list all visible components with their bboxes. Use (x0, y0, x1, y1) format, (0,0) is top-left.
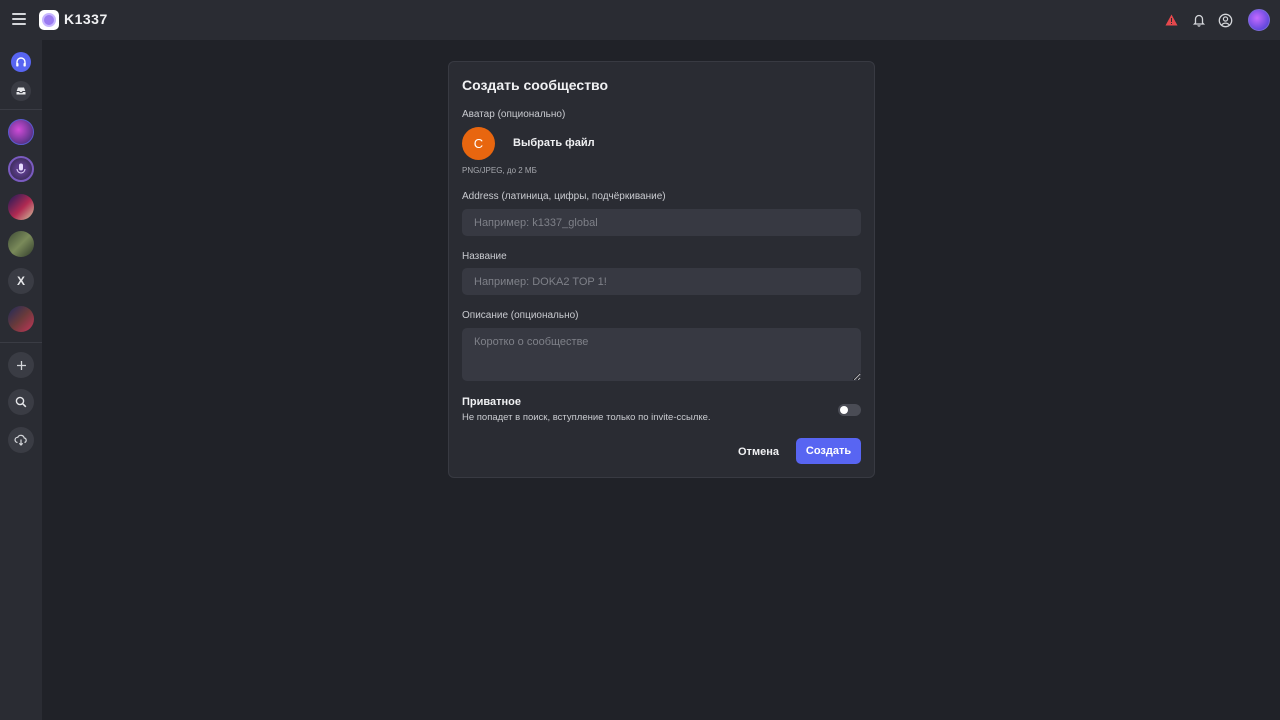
name-input[interactable] (462, 268, 861, 295)
top-icons (1163, 9, 1270, 31)
menu-icon[interactable] (12, 13, 26, 27)
create-button[interactable]: Создать (796, 438, 861, 464)
avatar-hint: PNG/JPEG, до 2 МБ (462, 166, 537, 175)
server-avatar-2[interactable] (8, 156, 34, 182)
headphones-icon[interactable] (11, 52, 31, 72)
server-item-x[interactable]: X (8, 268, 34, 294)
address-input[interactable] (462, 209, 861, 236)
cloud-download-icon[interactable] (8, 427, 34, 453)
search-icon[interactable] (8, 389, 34, 415)
inbox-icon[interactable] (11, 81, 31, 101)
dialog-title: Создать сообщество (462, 77, 609, 93)
user-avatar[interactable] (1248, 9, 1270, 31)
avatar-label: Аватар (опционально) (462, 109, 566, 120)
sidebar-separator (0, 109, 42, 110)
server-avatar-4[interactable] (8, 231, 34, 257)
private-title: Приватное (462, 396, 521, 408)
app-logo[interactable] (39, 10, 59, 30)
avatar-preview: С (462, 127, 495, 160)
top-bar: K1337 (0, 0, 1280, 40)
server-avatar-6[interactable] (8, 306, 34, 332)
description-label: Описание (опционально) (462, 310, 579, 321)
private-toggle[interactable] (838, 404, 861, 416)
name-label: Название (462, 251, 507, 262)
warning-icon[interactable] (1163, 12, 1180, 29)
sidebar-separator (0, 342, 42, 343)
address-label: Address (латиница, цифры, подчёркивание) (462, 191, 666, 202)
cancel-button[interactable]: Отмена (730, 439, 787, 464)
choose-file-button[interactable]: Выбрать файл (513, 137, 595, 149)
server-sidebar: X (0, 40, 42, 720)
description-textarea[interactable] (462, 328, 861, 381)
plus-icon[interactable] (8, 352, 34, 378)
toggle-knob (840, 406, 848, 414)
server-avatar-1[interactable] (8, 119, 34, 145)
app-title: K1337 (64, 11, 108, 27)
create-community-dialog: Создать сообщество Аватар (опционально) … (448, 61, 875, 478)
server-avatar-3[interactable] (8, 194, 34, 220)
user-circle-icon[interactable] (1217, 12, 1234, 29)
private-description: Не попадет в поиск, вступление только по… (462, 412, 711, 423)
bell-icon[interactable] (1190, 12, 1207, 29)
